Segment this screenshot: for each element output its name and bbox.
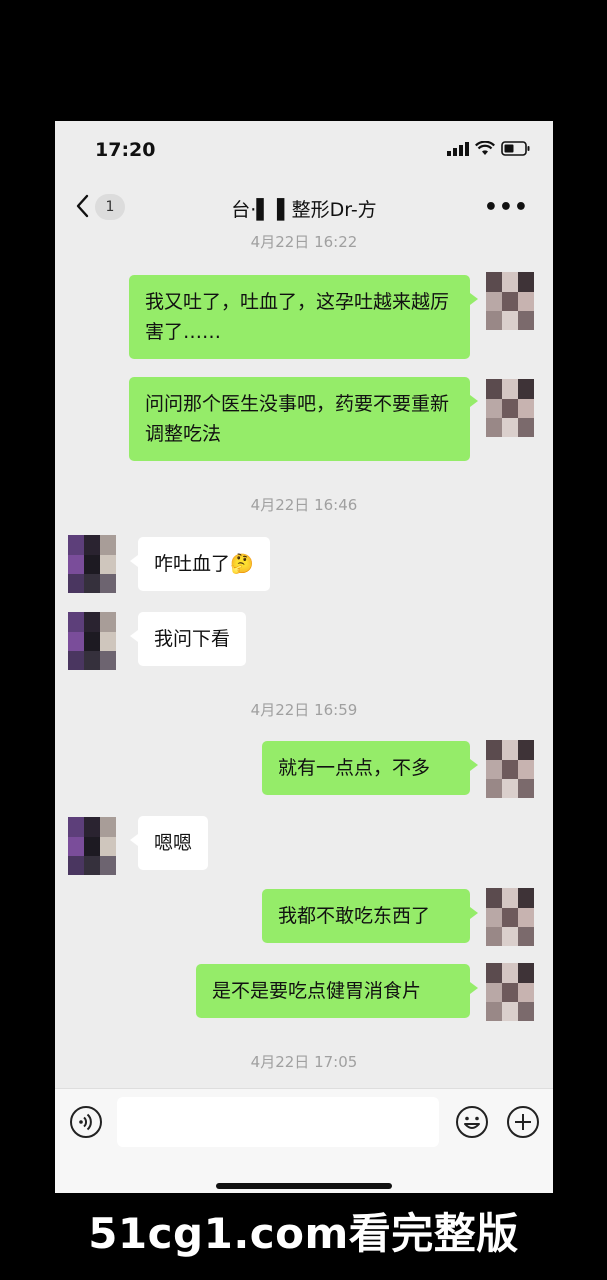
sent-message[interactable]: 我都不敢吃东西了 (262, 889, 478, 943)
received-message[interactable]: 我问下看 (129, 612, 247, 666)
battery-icon (501, 141, 530, 156)
thinking-face-icon: 🤔 (230, 553, 254, 575)
contact-avatar[interactable] (68, 612, 116, 670)
status-time: 17:20 (95, 139, 156, 161)
chat-header: 1 台·▌ ▌整形Dr-方 ••• (55, 181, 553, 233)
self-avatar[interactable] (486, 963, 534, 1021)
sent-message[interactable]: 我又吐了，吐血了，这孕吐越来越厉害了…… (129, 275, 478, 359)
input-bar (55, 1088, 553, 1193)
received-message[interactable]: 嗯嗯 (129, 816, 209, 870)
self-avatar[interactable] (486, 888, 534, 946)
message-timestamp: 4月22日 16:46 (250, 496, 358, 514)
contact-avatar[interactable] (68, 817, 116, 875)
status-icons (447, 141, 531, 156)
wifi-icon (475, 141, 495, 155)
cellular-signal-icon (447, 141, 469, 156)
message-input[interactable] (117, 1097, 439, 1147)
self-avatar[interactable] (486, 740, 534, 798)
phone-screen: 17:20 1 台·▌ ▌整形Dr-方 ••• 4月22日 16:22 我又吐了… (55, 121, 553, 1193)
sent-message[interactable]: 问问那个医生没事吧，药要不要重新调整吃法 (129, 377, 478, 461)
message-timestamp: 4月22日 16:59 (250, 701, 358, 719)
emoji-icon[interactable] (455, 1105, 489, 1139)
self-avatar[interactable] (486, 379, 534, 437)
more-dots-icon[interactable]: ••• (484, 195, 529, 220)
self-avatar[interactable] (486, 272, 534, 330)
voice-icon[interactable] (69, 1105, 103, 1139)
received-message-text: 咋吐血了 (154, 553, 231, 575)
chat-title: 台·▌ ▌整形Dr-方 (231, 199, 377, 221)
received-message[interactable]: 咋吐血了🤔 (130, 537, 270, 591)
home-indicator (216, 1183, 392, 1189)
sent-message[interactable]: 就有一点点，不多 (262, 741, 478, 795)
watermark-text: 51cg1.com看完整版 (88, 1209, 519, 1258)
message-timestamp: 4月22日 17:05 (250, 1053, 358, 1071)
sent-message[interactable]: 是不是要吃点健胃消食片 (196, 964, 478, 1018)
status-bar: 17:20 (55, 121, 553, 176)
message-timestamp: 4月22日 16:22 (250, 233, 358, 251)
contact-avatar[interactable] (68, 535, 116, 593)
plus-icon[interactable] (506, 1105, 540, 1139)
chat-messages: 4月22日 16:22 我又吐了，吐血了，这孕吐越来越厉害了…… 问问那个医生没… (55, 233, 553, 1088)
